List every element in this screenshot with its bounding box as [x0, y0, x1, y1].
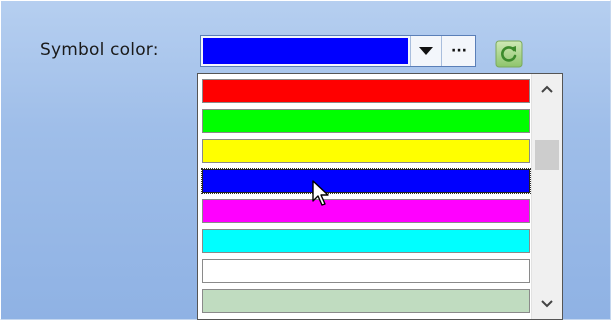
color-dropdown-list[interactable]: [197, 73, 563, 320]
color-option-yellow[interactable]: [202, 139, 530, 163]
refresh-icon: [495, 40, 523, 68]
scroll-down-button[interactable]: [532, 289, 562, 319]
symbol-color-label: Symbol color:: [40, 40, 159, 60]
color-option-cyan[interactable]: [202, 229, 530, 253]
color-option-light-green[interactable]: [202, 289, 530, 313]
vertical-scrollbar[interactable]: [531, 74, 562, 319]
color-option-magenta[interactable]: [202, 199, 530, 223]
dropdown-button[interactable]: [410, 36, 441, 66]
chevron-down-icon: [419, 47, 433, 55]
symbol-color-combobox[interactable]: ···: [200, 35, 476, 67]
more-options-icon: ···: [451, 43, 467, 59]
color-option-red[interactable]: [202, 79, 530, 103]
reset-color-button[interactable]: [495, 40, 523, 68]
color-option-lime[interactable]: [202, 109, 530, 133]
scrollbar-thumb[interactable]: [535, 140, 559, 170]
chevron-down-icon: [541, 300, 553, 308]
color-options: [201, 79, 531, 319]
selected-color-swatch[interactable]: [203, 38, 408, 64]
color-option-white[interactable]: [202, 259, 530, 283]
mouse-pointer-icon: [311, 179, 333, 209]
color-option-blue[interactable]: [201, 168, 531, 194]
scroll-up-button[interactable]: [532, 74, 562, 104]
more-colors-button[interactable]: ···: [441, 36, 476, 66]
chevron-up-icon: [541, 85, 553, 93]
